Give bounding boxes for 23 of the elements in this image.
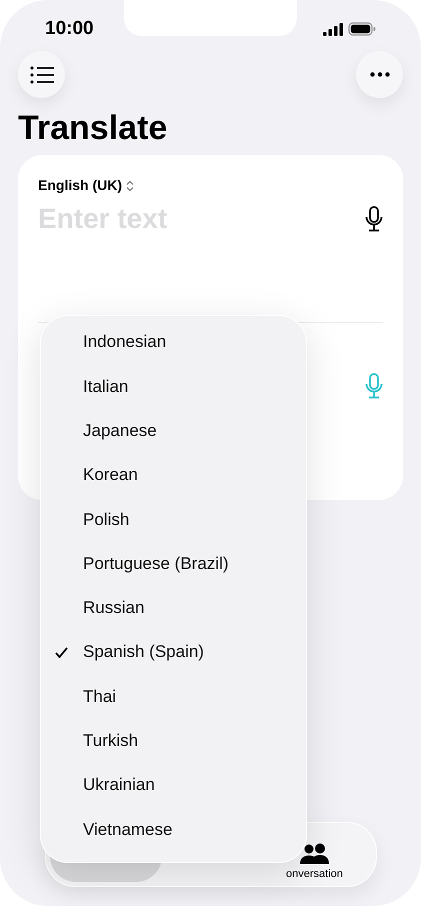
menu-item[interactable]: Spanish (Spain) bbox=[41, 630, 306, 674]
more-icon bbox=[370, 72, 390, 77]
signal-icon bbox=[323, 22, 343, 36]
menu-item[interactable]: Korean bbox=[41, 452, 306, 498]
chevron-updown-icon bbox=[126, 180, 134, 192]
page-title: Translate bbox=[17, 108, 168, 149]
menu-item[interactable]: Turkish bbox=[41, 718, 306, 763]
list-button[interactable] bbox=[18, 51, 65, 98]
menu-item[interactable]: Italian bbox=[41, 364, 306, 409]
menu-item[interactable]: Thai bbox=[41, 674, 306, 719]
more-button[interactable] bbox=[356, 51, 403, 98]
people-icon bbox=[299, 843, 330, 865]
menu-item[interactable]: Indonesian bbox=[41, 320, 306, 364]
menu-item[interactable]: Polish bbox=[41, 497, 306, 542]
checkmark-icon bbox=[55, 646, 68, 658]
battery-icon bbox=[348, 22, 376, 36]
status-time: 10:00 bbox=[45, 16, 94, 41]
menu-item[interactable]: Portuguese (Brazil) bbox=[41, 541, 306, 586]
menu-item[interactable]: Japanese bbox=[41, 408, 306, 453]
microphone-icon[interactable] bbox=[365, 206, 383, 232]
language-selector[interactable]: English (UK) bbox=[38, 175, 134, 196]
menu-item[interactable]: Ukrainian bbox=[41, 762, 306, 808]
menu-item[interactable]: Russian bbox=[41, 586, 306, 630]
